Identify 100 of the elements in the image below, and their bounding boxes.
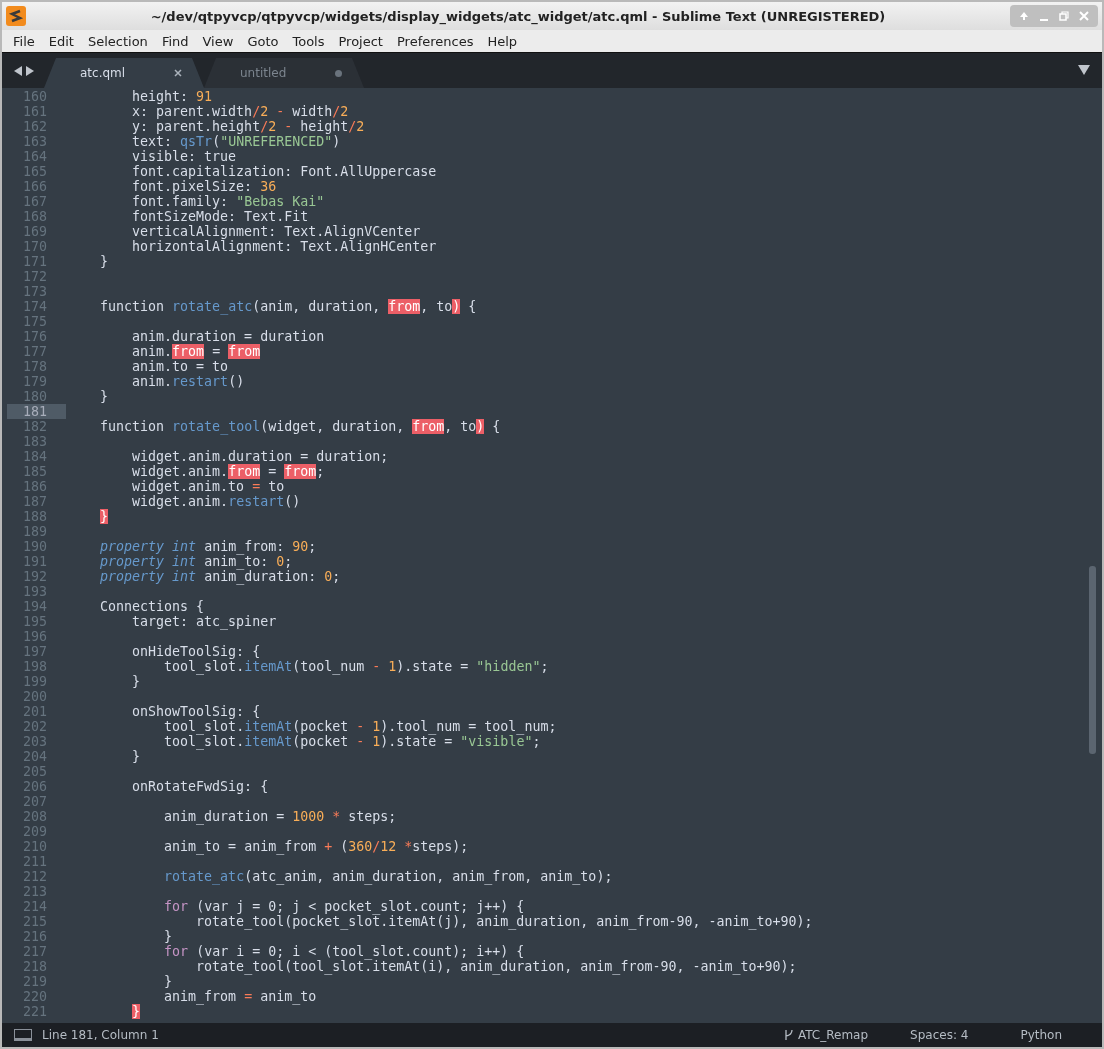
- window-title: ~/dev/qtpyvcp/qtpyvcp/widgets/display_widgets/atc_widget/atc.qml - Sublime Text (UNREGISTERED): [149, 8, 887, 24]
- line-number: 171: [21, 254, 48, 269]
- close-icon: [1079, 11, 1089, 21]
- line-number: 208: [21, 809, 48, 824]
- code-line: function rotate_tool(widget, duration, from, to) {: [99, 419, 501, 434]
- menu-item[interactable]: Project: [331, 33, 390, 49]
- code-line: anim_to = anim_from + (360/12 *steps);: [163, 839, 469, 854]
- panel-icon: [14, 1029, 32, 1041]
- code-line: widget.anim.restart(): [131, 494, 301, 509]
- menu-item[interactable]: File: [6, 33, 42, 49]
- branch-icon: [783, 1029, 794, 1041]
- line-number: 184: [21, 449, 48, 464]
- line-number: 199: [21, 674, 48, 689]
- code-line: anim_duration = 1000 * steps;: [163, 809, 397, 824]
- line-number: 173: [21, 284, 48, 299]
- code-line: visible: true: [131, 149, 237, 164]
- code-line: tool_slot.itemAt(pocket - 1).state = "visible";: [163, 734, 541, 749]
- code-line: widget.anim.from = from;: [131, 464, 325, 479]
- code-line: tool_slot.itemAt(tool_num - 1).state = "hidden";: [163, 659, 549, 674]
- code-line: property int anim_duration: 0;: [99, 569, 341, 584]
- code-line: rotate_atc(atc_anim, anim_duration, anim_from, anim_to);: [163, 869, 613, 884]
- code-line: height: 91: [131, 89, 213, 104]
- tab-menu-button[interactable]: [1078, 65, 1090, 75]
- line-number: 170: [21, 239, 48, 254]
- line-number: 161: [21, 104, 48, 119]
- code-line: onHideToolSig: {: [131, 644, 261, 659]
- code-line: font.capitalization: Font.AllUppercase: [131, 164, 437, 179]
- line-number: 212: [21, 869, 48, 884]
- line-number: 162: [21, 119, 48, 134]
- branch-name[interactable]: ATC_Remap: [797, 1028, 869, 1042]
- line-number: 200: [21, 689, 48, 704]
- line-number: 220: [21, 989, 48, 1004]
- menu-item[interactable]: Edit: [41, 33, 81, 49]
- line-number: 214: [21, 899, 48, 914]
- line-number: 185: [21, 464, 48, 479]
- line-number: 219: [21, 974, 48, 989]
- back-arrow-icon: [14, 65, 22, 76]
- line-number: 197: [21, 644, 48, 659]
- line-number: 204: [21, 749, 48, 764]
- code-line: property int anim_from: 90;: [99, 539, 317, 554]
- file-tab[interactable]: atc.qml: [44, 58, 204, 88]
- line-number: 201: [21, 704, 48, 719]
- code-line: for (var j = 0; j < pocket_slot.count; j++) {: [163, 899, 525, 914]
- code-line: anim.restart(): [131, 374, 245, 389]
- file-tab[interactable]: untitled: [204, 58, 364, 88]
- line-number: 203: [21, 734, 48, 749]
- line-number: 179: [21, 374, 48, 389]
- code-line: anim.to = to: [131, 359, 229, 374]
- line-number: 175: [21, 314, 48, 329]
- line-number: 168: [21, 209, 48, 224]
- code-line: for (var i = 0; i < (tool_slot.count); i++) {: [163, 944, 525, 959]
- code-line: widget.anim.to = to: [131, 479, 285, 494]
- line-number: 172: [21, 269, 48, 284]
- menu-item[interactable]: Find: [154, 33, 196, 49]
- code-line: }: [99, 254, 109, 269]
- line-number: 192: [21, 569, 48, 584]
- line-number: 207: [21, 794, 48, 809]
- code-line: onShowToolSig: {: [131, 704, 261, 719]
- code-line: widget.anim.duration = duration;: [131, 449, 389, 464]
- line-number: 206: [21, 779, 48, 794]
- line-number: 215: [21, 914, 48, 929]
- code-line: rotate_tool(pocket_slot.itemAt(j), anim_duration, anim_from-90, -anim_to+90);: [195, 914, 813, 929]
- line-number: 213: [21, 884, 48, 899]
- code-line: anim.duration = duration: [131, 329, 325, 344]
- line-number: 221: [21, 1004, 48, 1019]
- line-number: 169: [21, 224, 48, 239]
- indentation-setting[interactable]: Spaces: 4: [910, 1028, 969, 1042]
- menu-item[interactable]: Goto: [240, 33, 286, 49]
- line-number: 166: [21, 179, 48, 194]
- line-number: 160: [21, 89, 48, 104]
- code-line: verticalAlignment: Text.AlignVCenter: [131, 224, 421, 239]
- code-line: function rotate_atc(anim, duration, from, to) {: [99, 299, 477, 314]
- line-number: 178: [21, 359, 48, 374]
- scrollbar-thumb[interactable]: [1089, 566, 1096, 754]
- menu-item[interactable]: View: [195, 33, 241, 49]
- code-line: x: parent.width/2 - width/2: [131, 104, 349, 119]
- code-line: }: [131, 674, 141, 689]
- code-line: }: [163, 974, 173, 989]
- code-line: tool_slot.itemAt(pocket - 1).tool_num = tool_num;: [163, 719, 557, 734]
- line-number: 191: [21, 554, 48, 569]
- line-number: 188: [21, 509, 48, 524]
- line-number: 190: [21, 539, 48, 554]
- forward-arrow-icon: [26, 65, 34, 76]
- menu-item[interactable]: Tools: [285, 33, 332, 49]
- line-number: 195: [21, 614, 48, 629]
- menu-item[interactable]: Selection: [80, 33, 155, 49]
- menu-item[interactable]: Preferences: [389, 33, 481, 49]
- app-logo-icon: [6, 6, 26, 26]
- line-number: 176: [21, 329, 48, 344]
- line-number: 180: [21, 389, 48, 404]
- menu-item[interactable]: Help: [480, 33, 525, 49]
- line-number: 193: [21, 584, 48, 599]
- code-line: fontSizeMode: Text.Fit: [131, 209, 309, 224]
- code-line: y: parent.height/2 - height/2: [131, 119, 365, 134]
- line-number: 211: [21, 854, 48, 869]
- minimize-icon: [1040, 19, 1048, 21]
- line-number: 217: [21, 944, 48, 959]
- line-number: 182: [21, 419, 48, 434]
- code-line: Connections {: [99, 599, 205, 614]
- syntax-name[interactable]: Python: [1020, 1028, 1062, 1042]
